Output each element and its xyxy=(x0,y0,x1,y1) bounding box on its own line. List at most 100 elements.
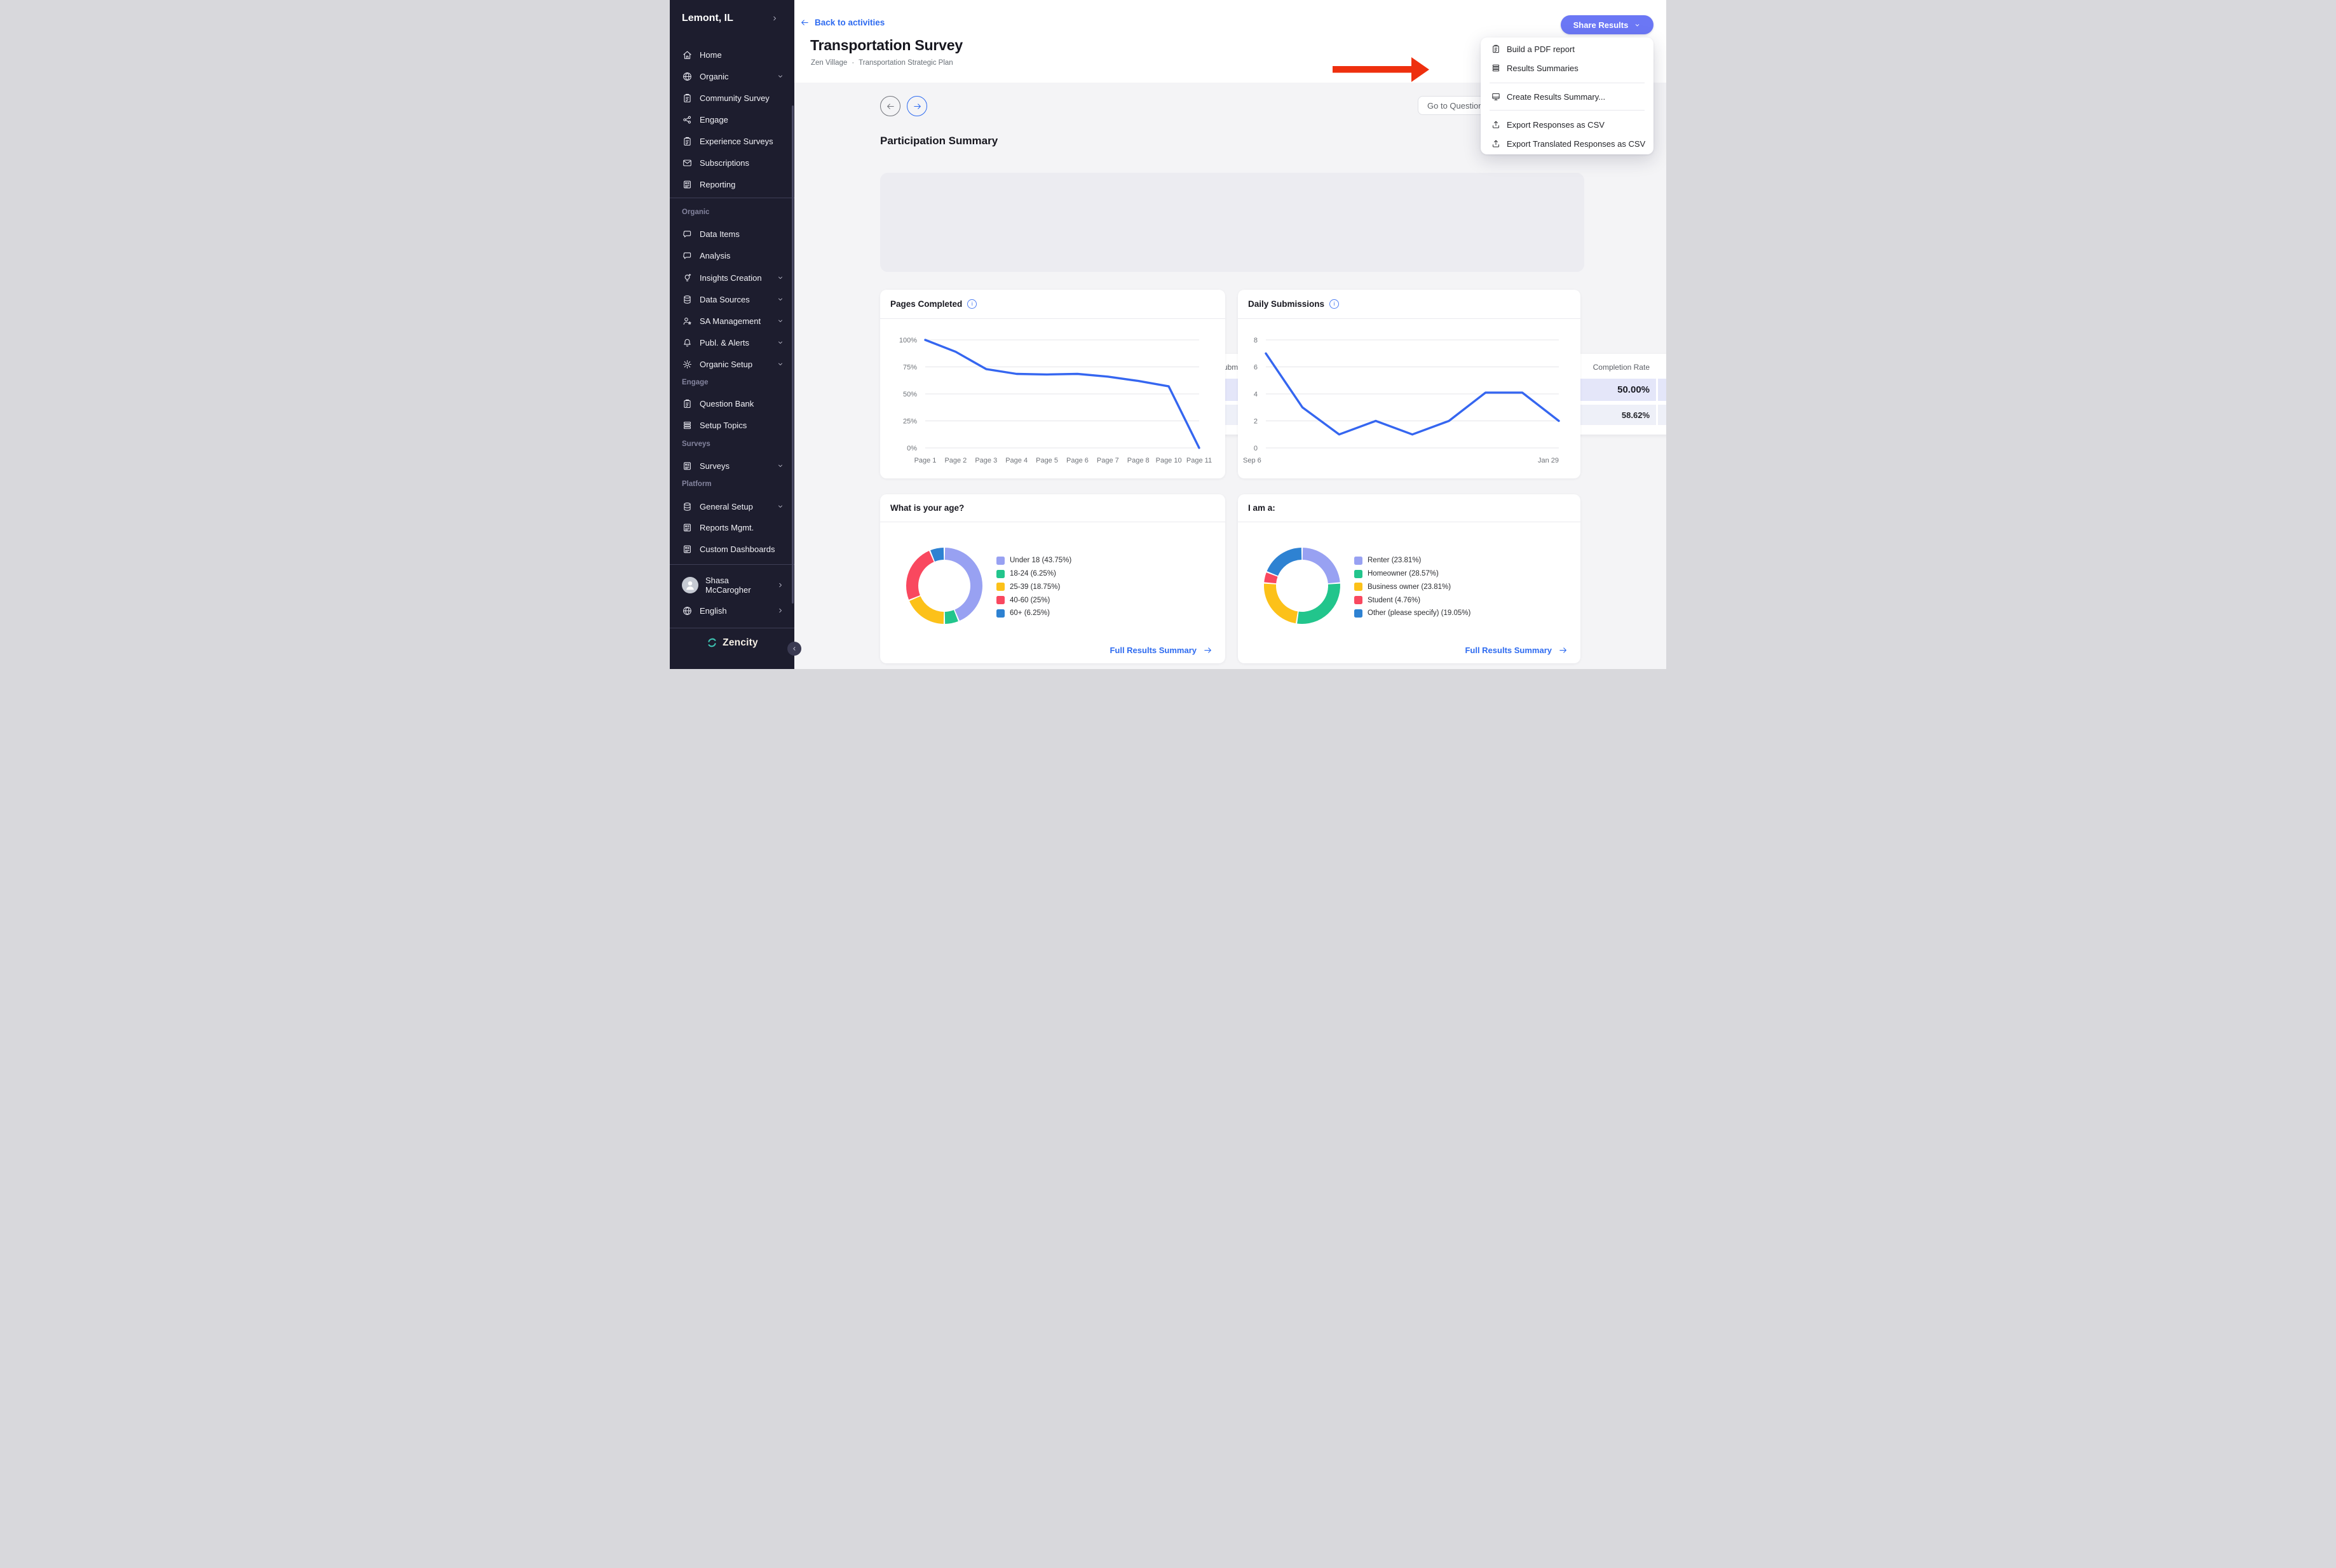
previous-question-button[interactable] xyxy=(880,96,900,116)
arrow-right-icon xyxy=(1203,645,1212,655)
chevron-down-icon xyxy=(777,72,784,80)
legend-item: Homeowner (28.57%) xyxy=(1354,567,1470,581)
breadcrumb-project: Zen Village xyxy=(811,59,847,67)
chevron-down-icon xyxy=(777,274,784,281)
svg-text:Page 6: Page 6 xyxy=(1066,457,1089,464)
sidebar-item-analysis[interactable]: Analysis xyxy=(670,247,794,264)
legend-label: 60+ (6.25%) xyxy=(1010,609,1050,617)
legend-item: 25-39 (18.75%) xyxy=(996,581,1071,594)
legend-swatch xyxy=(996,583,1005,591)
sidebar-item-community-survey[interactable]: Community Survey xyxy=(670,89,794,107)
sidebar-item-organic[interactable]: Organic xyxy=(670,67,794,85)
legend-item: Renter (23.81%) xyxy=(1354,554,1470,567)
pages-completed-chart: 100%75%50%25%0%Page 1Page 2Page 3Page 4P… xyxy=(880,319,1225,478)
info-icon[interactable]: i xyxy=(1329,299,1339,309)
pages-completed-card: Pages Completedi 100%75%50%25%0%Page 1Pa… xyxy=(880,290,1225,478)
next-question-button[interactable] xyxy=(907,96,927,116)
person-star-icon xyxy=(682,316,693,327)
sidebar-item-experience-surveys[interactable]: Experience Surveys xyxy=(670,132,794,150)
age-question-card: What is your age? Under 18 (43.75%)18-24… xyxy=(880,494,1225,663)
sidebar-item-home[interactable]: Home xyxy=(670,46,794,64)
legend-item: 40-60 (25%) xyxy=(996,593,1071,607)
iam-donut-chart xyxy=(1238,523,1371,663)
svg-text:6: 6 xyxy=(1254,364,1258,372)
legend-swatch xyxy=(1354,570,1362,578)
sidebar-item-setup-topics[interactable]: Setup Topics xyxy=(670,416,794,434)
full-results-summary-link[interactable]: Full Results Summary xyxy=(1110,645,1212,655)
sidebar-item-sa-management[interactable]: SA Management xyxy=(670,312,794,330)
sidebar-item-data-sources[interactable]: Data Sources xyxy=(670,290,794,308)
svg-text:Page 11: Page 11 xyxy=(1186,457,1212,464)
daily-submissions-card: Daily Submissionsi 86420Sep 6Jan 29 xyxy=(1238,290,1580,478)
info-icon[interactable]: i xyxy=(967,299,977,309)
table-header: Total Data Points Collected xyxy=(1658,360,1666,375)
lightbulb-plus-icon xyxy=(682,273,693,283)
upload-icon xyxy=(1491,139,1501,149)
legend-swatch xyxy=(996,570,1005,578)
table-cell: 377 xyxy=(1658,379,1666,401)
sidebar-item-surveys[interactable]: Surveys xyxy=(670,457,794,475)
question-title: What is your age? xyxy=(890,503,964,513)
clipboard-icon xyxy=(682,93,693,104)
legend-swatch xyxy=(996,557,1005,565)
menu-item-export-responses-csv[interactable]: Export Responses as CSV xyxy=(1481,116,1654,133)
sidebar-item-custom-dashboards[interactable]: Custom Dashboards xyxy=(670,540,794,558)
back-to-activities-link[interactable]: Back to activities xyxy=(800,18,885,27)
zencity-logo: Zencity xyxy=(670,637,794,649)
chart-title: Daily Submissions xyxy=(1248,299,1324,309)
section-label-organic: Organic xyxy=(682,208,709,217)
sidebar-collapse-button[interactable] xyxy=(787,642,801,656)
share-nodes-icon xyxy=(682,114,693,125)
arrow-left-icon xyxy=(800,18,810,27)
globe-icon xyxy=(682,71,693,82)
legend-label: 18-24 (6.25%) xyxy=(1010,570,1056,578)
menu-item-create-results-summary[interactable]: Create Results Summary... xyxy=(1481,88,1654,105)
sidebar-item-engage[interactable]: Engage xyxy=(670,111,794,128)
share-results-button[interactable]: Share Results xyxy=(1561,15,1654,34)
legend-item: 18-24 (6.25%) xyxy=(996,567,1071,581)
chevron-left-icon xyxy=(791,645,798,652)
workspace-selector[interactable]: Lemont, IL xyxy=(682,13,784,24)
sidebar-item-question-bank[interactable]: Question Bank xyxy=(670,395,794,412)
svg-text:2: 2 xyxy=(1254,418,1258,426)
chevron-right-icon xyxy=(771,15,778,22)
menu-item-export-translated-responses-csv[interactable]: Export Translated Responses as CSV xyxy=(1481,135,1654,152)
stack-icon xyxy=(1491,63,1501,73)
workspace-name: Lemont, IL xyxy=(682,13,733,24)
svg-text:Page 2: Page 2 xyxy=(944,457,967,464)
sidebar-item-reporting[interactable]: Reporting xyxy=(670,175,794,193)
sidebar-item-subscriptions[interactable]: Subscriptions xyxy=(670,154,794,172)
sidebar-scrollbar[interactable] xyxy=(792,105,794,604)
sidebar-item-organic-setup[interactable]: Organic Setup xyxy=(670,355,794,373)
svg-text:8: 8 xyxy=(1254,337,1258,344)
svg-text:100%: 100% xyxy=(899,337,917,344)
sidebar-item-publ-alerts[interactable]: Publ. & Alerts xyxy=(670,334,794,351)
svg-text:Page 5: Page 5 xyxy=(1036,457,1058,464)
svg-text:Page 8: Page 8 xyxy=(1127,457,1150,464)
user-menu[interactable]: ShasaMcCarogher xyxy=(670,571,794,599)
zencity-logo-icon xyxy=(706,637,718,649)
avatar xyxy=(682,577,698,593)
clipboard-icon xyxy=(682,136,693,147)
language-label: English xyxy=(700,606,727,616)
database-icon xyxy=(682,294,693,305)
sidebar-item-insights-creation[interactable]: Insights Creation xyxy=(670,269,794,287)
sidebar-item-reports-mgmt[interactable]: Reports Mgmt. xyxy=(670,518,794,536)
legend-item: Other (please specify) (19.05%) xyxy=(1354,607,1470,620)
page-title: Transportation Survey xyxy=(810,37,963,54)
full-results-summary-link[interactable]: Full Results Summary xyxy=(1465,645,1568,655)
legend-swatch xyxy=(1354,583,1362,591)
iam-question-card: I am a: Renter (23.81%)Homeowner (28.57%… xyxy=(1238,494,1580,663)
clipboard-icon xyxy=(682,398,693,409)
legend-swatch xyxy=(1354,557,1362,565)
home-icon xyxy=(682,50,693,60)
menu-item-build-pdf-report[interactable]: Build a PDF report xyxy=(1481,40,1654,58)
globe-icon xyxy=(682,605,693,616)
legend-item: Student (4.76%) xyxy=(1354,593,1470,607)
arrow-left-icon xyxy=(886,102,895,111)
menu-item-results-summaries[interactable]: Results Summaries xyxy=(1481,59,1654,77)
svg-text:Page 1: Page 1 xyxy=(914,457,937,464)
sidebar-item-general-setup[interactable]: General Setup xyxy=(670,497,794,515)
language-selector[interactable]: English xyxy=(670,602,794,619)
sidebar-item-data-items[interactable]: Data Items xyxy=(670,225,794,243)
